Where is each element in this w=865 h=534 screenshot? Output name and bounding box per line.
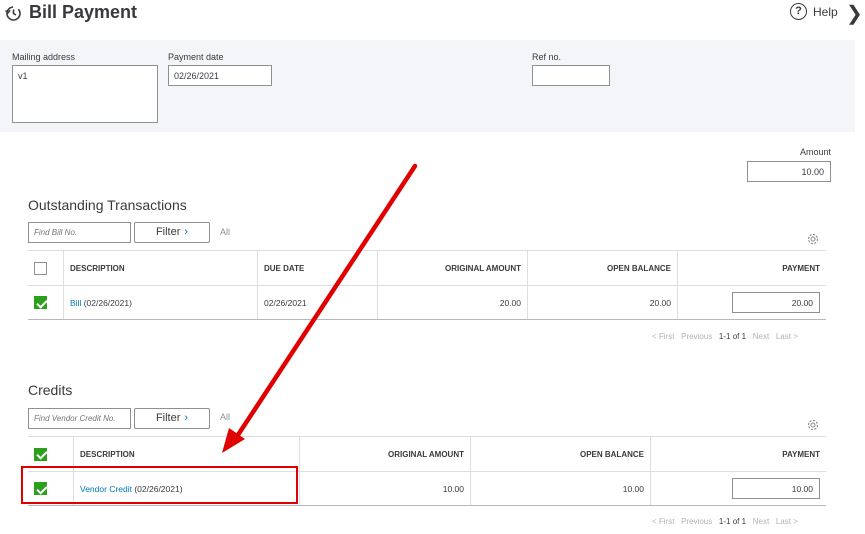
annotation-highlight-box xyxy=(21,466,298,504)
page-header: Bill Payment ? Help ❯ xyxy=(0,0,865,28)
column-header-original-amount[interactable]: ORIGINAL AMOUNT xyxy=(300,437,471,471)
column-header-payment[interactable]: PAYMENT xyxy=(651,437,826,471)
pager-next[interactable]: Next xyxy=(753,332,769,341)
filter-button-label: Filter xyxy=(155,226,181,238)
outstanding-transactions-table: DESCRIPTION DUE DATE ORIGINAL AMOUNT OPE… xyxy=(28,250,826,320)
payment-input[interactable]: 20.00 xyxy=(732,292,820,313)
column-header-open-balance[interactable]: OPEN BALANCE xyxy=(471,437,651,471)
filter-button-label: Filter xyxy=(155,412,181,424)
pager-first[interactable]: < First xyxy=(652,517,674,526)
outstanding-filter-button[interactable]: Filter › xyxy=(134,222,210,243)
table-header-row: DESCRIPTION DUE DATE ORIGINAL AMOUNT OPE… xyxy=(28,251,826,286)
help-circle-icon[interactable]: ? xyxy=(790,3,807,20)
select-all-checkbox[interactable] xyxy=(34,261,47,275)
credits-filter-all-label: All xyxy=(220,412,231,422)
outstanding-filter-all-label: All xyxy=(220,227,231,237)
pager-range: 1-1 of 1 xyxy=(718,517,747,526)
description-cell: Bill (02/26/2021) xyxy=(64,286,258,319)
pager-last[interactable]: Last > xyxy=(776,517,798,526)
bill-date-text: (02/26/2021) xyxy=(81,297,132,308)
help-link[interactable]: Help xyxy=(813,5,838,19)
find-vendor-credit-input[interactable] xyxy=(28,408,131,429)
credits-filter-button[interactable]: Filter › xyxy=(134,408,210,429)
column-header-description[interactable]: DESCRIPTION xyxy=(64,251,258,285)
select-all-checkbox[interactable] xyxy=(34,447,47,461)
payment-cell: 10.00 xyxy=(651,472,826,505)
column-header-open-balance[interactable]: OPEN BALANCE xyxy=(528,251,678,285)
row-checkbox-cell xyxy=(28,286,64,319)
pager-previous[interactable]: Previous xyxy=(681,332,712,341)
outstanding-pagination: < First Previous 1-1 of 1 Next Last > xyxy=(652,332,798,341)
original-amount-cell: 20.00 xyxy=(378,286,528,319)
due-date-cell: 02/26/2021 xyxy=(258,286,378,319)
credits-pagination: < First Previous 1-1 of 1 Next Last > xyxy=(652,517,798,526)
column-header-due-date[interactable]: DUE DATE xyxy=(258,251,378,285)
mailing-address-label: Mailing address xyxy=(12,52,76,62)
chevron-right-icon: › xyxy=(184,226,189,238)
pager-range: 1-1 of 1 xyxy=(718,332,747,341)
column-header-original-amount[interactable]: ORIGINAL AMOUNT xyxy=(378,251,528,285)
select-all-cell xyxy=(28,251,64,285)
payment-date-field[interactable]: 02/26/2021 xyxy=(168,65,272,86)
open-balance-cell: 10.00 xyxy=(471,472,651,505)
ref-no-label: Ref no. xyxy=(532,52,562,62)
pager-last[interactable]: Last > xyxy=(776,332,798,341)
chevron-right-icon: › xyxy=(184,412,189,424)
payment-cell: 20.00 xyxy=(678,286,826,319)
column-header-payment[interactable]: PAYMENT xyxy=(678,251,826,285)
open-balance-cell: 20.00 xyxy=(528,286,678,319)
history-clock-icon[interactable] xyxy=(4,4,22,22)
row-checkbox[interactable] xyxy=(34,296,47,309)
gear-icon[interactable] xyxy=(806,232,820,246)
page-title: Bill Payment xyxy=(29,2,138,22)
payment-input[interactable]: 10.00 xyxy=(732,478,820,499)
payment-details-panel: Mailing address v1 Payment date 02/26/20… xyxy=(0,40,855,132)
outstanding-transactions-title: Outstanding Transactions xyxy=(28,197,187,213)
original-amount-cell: 10.00 xyxy=(300,472,471,505)
bill-link[interactable]: Bill xyxy=(70,298,81,308)
find-bill-input[interactable] xyxy=(28,222,131,243)
bill-payment-page: Bill Payment ? Help ❯ Mailing address v1… xyxy=(0,0,865,534)
amount-field[interactable]: 10.00 xyxy=(747,161,831,182)
payment-date-label: Payment date xyxy=(168,52,224,62)
table-row: Bill (02/26/2021) 02/26/2021 20.00 20.00… xyxy=(28,286,826,320)
pager-next[interactable]: Next xyxy=(753,517,769,526)
pager-first[interactable]: < First xyxy=(652,332,674,341)
mailing-address-field[interactable]: v1 xyxy=(12,65,158,123)
pager-previous[interactable]: Previous xyxy=(681,517,712,526)
gear-icon[interactable] xyxy=(806,418,820,432)
credits-title: Credits xyxy=(28,382,73,398)
ref-no-field[interactable] xyxy=(532,65,610,86)
amount-label: Amount xyxy=(800,147,832,157)
close-panel-chevron-icon[interactable]: ❯ xyxy=(846,1,863,26)
